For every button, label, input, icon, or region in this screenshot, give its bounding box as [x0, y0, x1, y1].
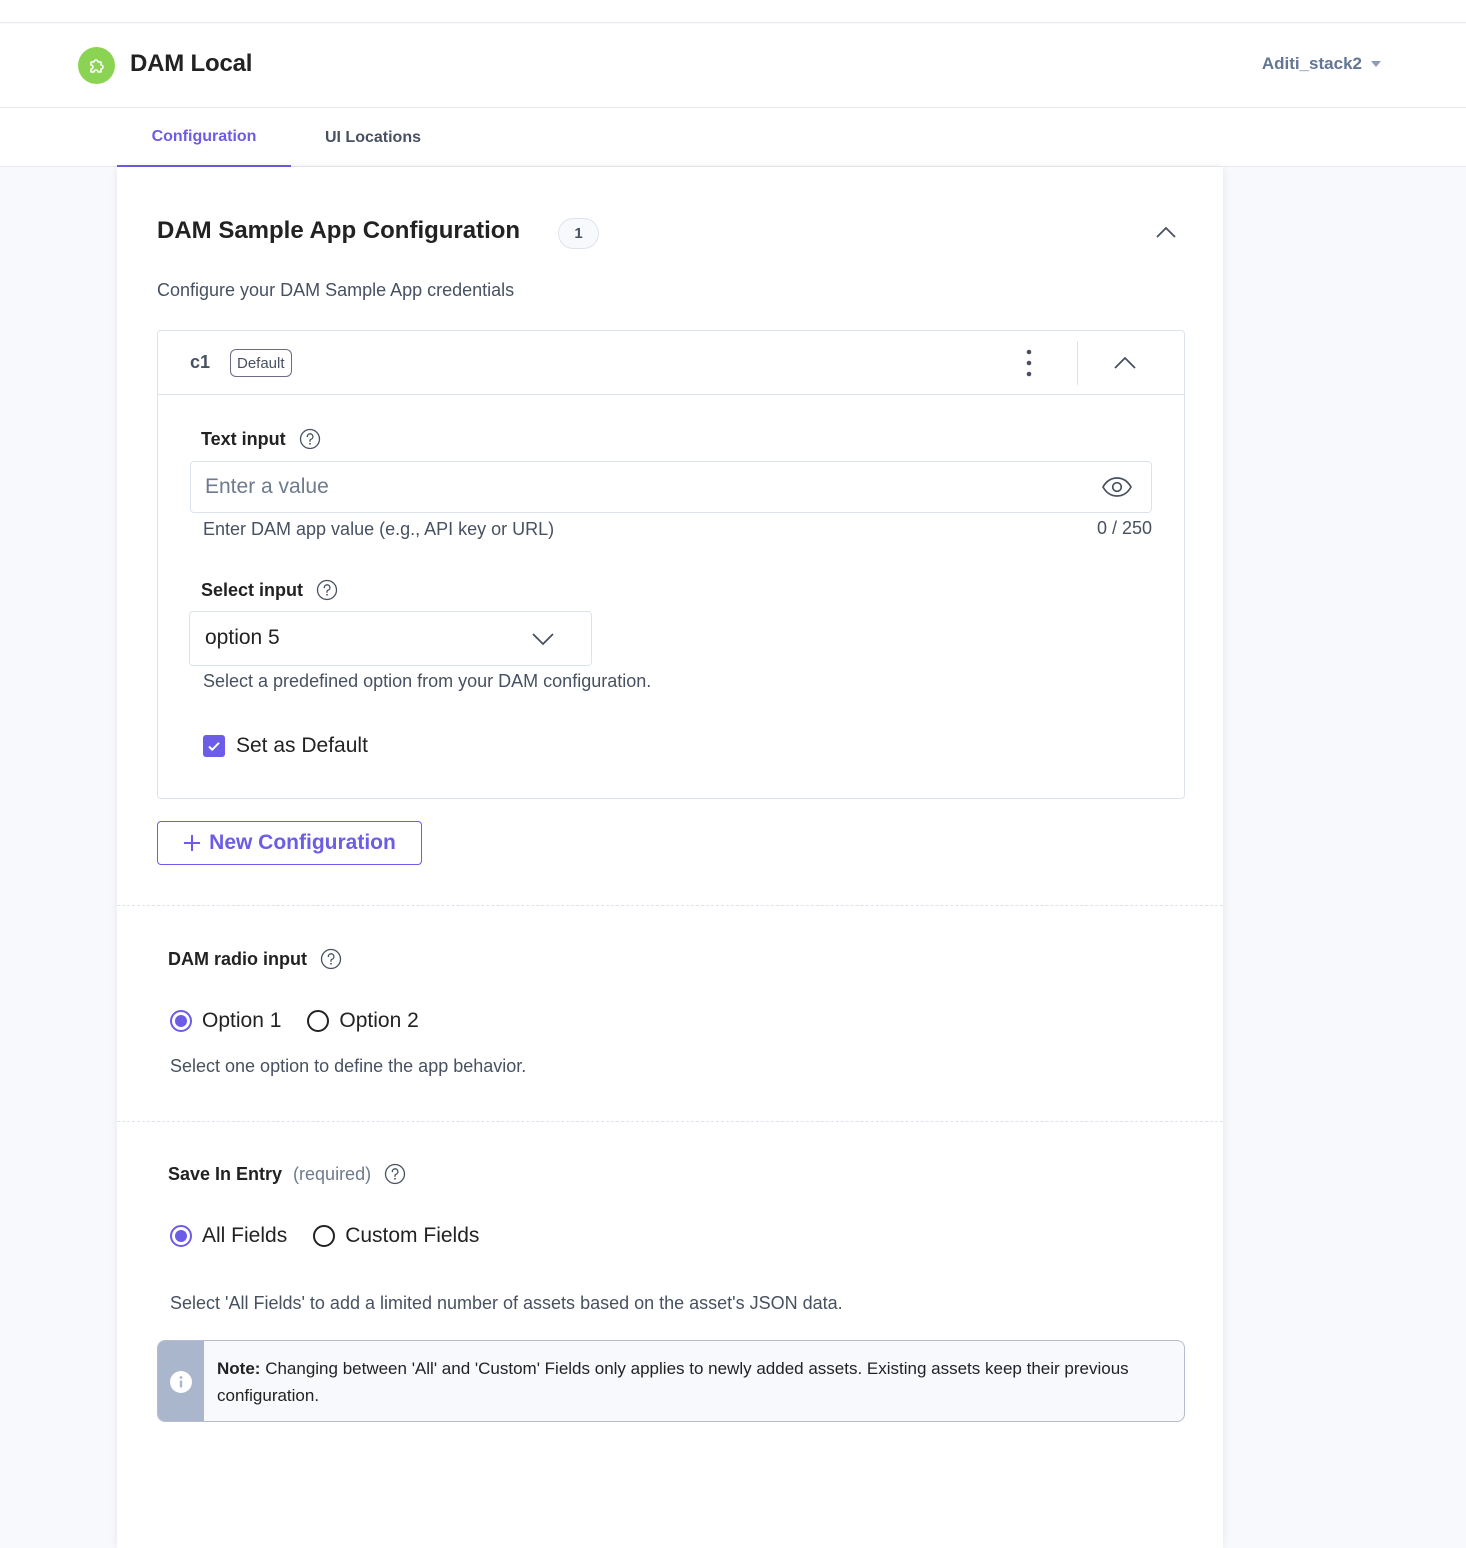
help-icon[interactable] [384, 1163, 406, 1185]
text-input-label: Text input [201, 428, 321, 450]
radio-custom-fields[interactable]: Custom Fields [313, 1224, 479, 1248]
checkmark-icon [208, 742, 220, 752]
radio-button[interactable] [313, 1225, 336, 1247]
section-description: Configure your DAM Sample App credential… [157, 280, 515, 300]
top-strip [0, 0, 1466, 23]
radio-all-fields[interactable]: All Fields [170, 1224, 287, 1248]
dam-radio-group: Option 1 Option 2 [170, 1009, 445, 1033]
text-input-helper: Enter DAM app value (e.g., API key or UR… [203, 519, 555, 539]
help-icon[interactable] [299, 428, 321, 450]
configuration-name: c1 [190, 352, 211, 372]
select-input-helper: Select a predefined option from your DAM… [203, 671, 652, 691]
card-collapse-button[interactable] [1111, 349, 1139, 377]
help-icon[interactable] [320, 948, 342, 970]
save-in-entry-radio-group: All Fields Custom Fields [170, 1224, 505, 1248]
save-in-entry-label: Save In Entry (required) [168, 1163, 406, 1185]
note-body: Changing between 'All' and 'Custom' Fiel… [217, 1359, 1129, 1405]
radio-input-label-text: DAM radio input [168, 948, 307, 969]
new-configuration-button[interactable]: New Configuration [157, 821, 422, 865]
radio-option-1[interactable]: Option 1 [170, 1009, 281, 1033]
info-icon [170, 1371, 192, 1393]
section-divider [117, 905, 1223, 906]
radio-label: All Fields [202, 1224, 288, 1247]
kebab-icon [1026, 349, 1032, 377]
section-divider [117, 1121, 1223, 1122]
puzzle-icon [78, 47, 115, 84]
radio-label: Option 2 [339, 1009, 419, 1032]
tab-label: UI Locations [324, 128, 421, 146]
text-input[interactable] [191, 462, 1091, 512]
note-sidebar [158, 1341, 204, 1421]
config-count-badge: 1 [558, 218, 599, 249]
header-divider [1077, 341, 1078, 385]
note-text: Note: Changing between 'All' and 'Custom… [217, 1355, 1157, 1409]
more-options-button[interactable] [1018, 345, 1040, 381]
radio-option-2[interactable]: Option 2 [307, 1009, 419, 1033]
radio-button[interactable] [170, 1225, 192, 1247]
section-collapse-button[interactable] [1153, 219, 1179, 245]
set-default-checkbox[interactable] [203, 735, 225, 757]
app-title: DAM Local [130, 50, 253, 77]
chevron-up-icon [1114, 356, 1136, 369]
text-input-field [190, 461, 1152, 513]
note-title: Note: [217, 1359, 261, 1378]
set-default-checkbox-row[interactable]: Set as Default [203, 734, 368, 758]
tab-label: Configuration [151, 127, 257, 145]
char-counter: 0 / 250 [1096, 518, 1152, 538]
stack-selector[interactable]: Aditi_stack2 [1262, 54, 1382, 74]
chevron-down-icon [532, 633, 554, 646]
radio-label: Custom Fields [345, 1224, 480, 1247]
set-default-label: Set as Default [236, 734, 368, 757]
new-configuration-label: New Configuration [209, 831, 396, 854]
plus-icon [184, 835, 201, 851]
config-panel: DAM Sample App Configuration 1 Configure… [117, 167, 1223, 1548]
radio-input-label: DAM radio input [168, 948, 342, 970]
default-badge: Default [230, 349, 292, 377]
radio-button[interactable] [307, 1010, 330, 1032]
tab-configuration[interactable]: Configuration [117, 108, 291, 167]
save-in-entry-helper: Select 'All Fields' to add a limited num… [170, 1293, 843, 1313]
configuration-card: c1 Default Text input Enter DAM app valu… [157, 330, 1185, 799]
radio-button[interactable] [170, 1010, 192, 1032]
chevron-up-icon [1156, 226, 1176, 238]
tab-ui-locations[interactable]: UI Locations [291, 108, 455, 167]
text-input-label-text: Text input [201, 428, 286, 449]
section-title: DAM Sample App Configuration [157, 217, 521, 244]
tab-bar: Configuration UI Locations [0, 108, 1466, 167]
select-input-label: Select input [201, 579, 338, 601]
select-input[interactable]: option 5 [189, 611, 592, 666]
help-icon[interactable] [316, 579, 338, 601]
eye-icon[interactable] [1101, 475, 1133, 499]
caret-down-icon [1371, 61, 1381, 67]
radio-helper: Select one option to define the app beha… [170, 1056, 527, 1076]
required-text: (required) [293, 1163, 372, 1184]
note-box: Note: Changing between 'All' and 'Custom… [157, 1340, 1185, 1422]
radio-label: Option 1 [202, 1009, 282, 1032]
select-value: option 5 [205, 626, 280, 649]
select-input-label-text: Select input [201, 579, 304, 600]
app-header: DAM Local Aditi_stack2 [0, 24, 1466, 108]
save-in-entry-label-text: Save In Entry [168, 1163, 283, 1184]
stack-name: Aditi_stack2 [1261, 54, 1362, 73]
configuration-card-header: c1 Default [158, 331, 1184, 395]
